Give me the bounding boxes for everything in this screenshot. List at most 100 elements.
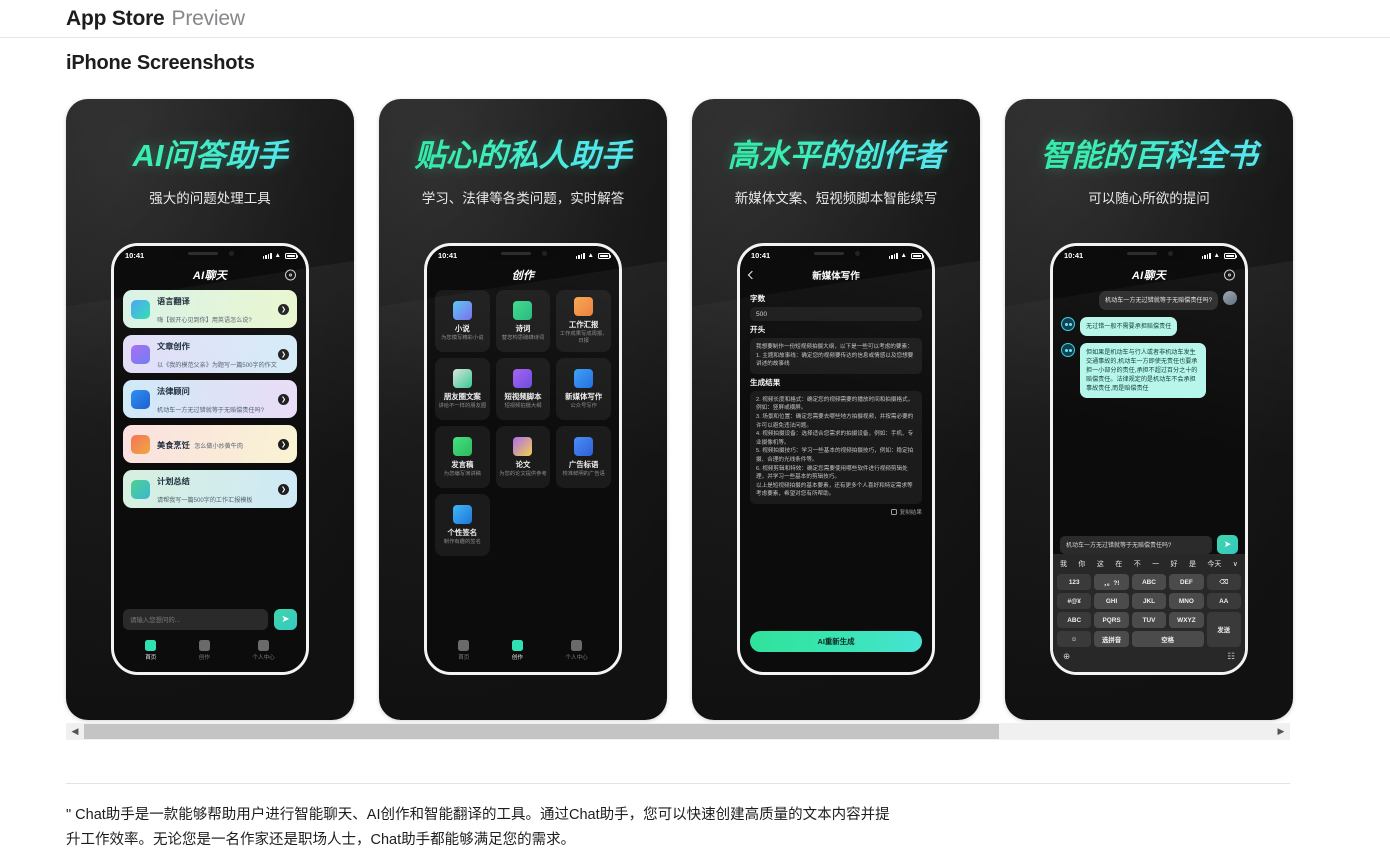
prediction-word[interactable]: 今天: [1207, 559, 1221, 569]
key-latin[interactable]: ABC: [1057, 612, 1092, 628]
copy-result-button[interactable]: 复制结果: [750, 508, 922, 516]
send-icon[interactable]: ➤: [1217, 535, 1238, 554]
key-mno[interactable]: MNO: [1169, 593, 1204, 609]
key-abc[interactable]: ABC: [1131, 574, 1167, 590]
chat-composer[interactable]: 机动车一方无过错就等于无赔偿责任吗? ➤: [1060, 535, 1238, 554]
app-title: AI聊天: [1131, 269, 1167, 282]
chat-row-bot: 但如果是机动车与行人或者非机动车发生交通事故的,机动车一方即使无责任也要承担一小…: [1061, 343, 1237, 398]
scroll-left-arrow[interactable]: ◀: [66, 726, 84, 737]
law-icon: [131, 389, 150, 409]
list-item[interactable]: 美食烹饪 怎么做小炒黄牛肉 ❯: [123, 425, 297, 463]
card-1-subline: 强大的问题处理工具: [149, 191, 271, 206]
key-space[interactable]: 空格: [1131, 631, 1204, 647]
grid-item[interactable]: 短视频脚本 短视频拍摄大纲: [495, 358, 551, 420]
tool-grid[interactable]: 小说 为您模写精彩小说 诗词 替您构思磅礴诗词 工作汇报 工作成果写成周报、日报: [427, 286, 619, 556]
tab-bar[interactable]: 首页 创作 个人中心: [427, 634, 619, 666]
prediction-word[interactable]: 不: [1134, 559, 1141, 569]
food-icon: [131, 434, 150, 454]
keyboard-bottom-row[interactable]: ⊕ ☷: [1057, 647, 1241, 662]
scrollbar-track[interactable]: [84, 724, 1272, 739]
screenshot-card-2[interactable]: 贴心的私人助手 学习、法律等各类问题，实时解答 10:41 ▲ 创作 小说 为您…: [379, 99, 667, 720]
screenshot-card-4[interactable]: 智能的百科全书 可以随心所欲的提问 10:41 ▲ AI聊天 机动车一方无过错就…: [1005, 99, 1293, 720]
chevron-right-icon[interactable]: ❯: [278, 348, 289, 360]
tab-profile[interactable]: 个人中心: [565, 639, 588, 661]
prediction-word[interactable]: 是: [1189, 559, 1196, 569]
prediction-bar[interactable]: 我 你 这 在 不 一 好 是 今天 ∨: [1057, 557, 1241, 571]
key-symbols[interactable]: #@¥: [1057, 593, 1092, 609]
key-tuv[interactable]: TUV: [1131, 612, 1167, 628]
prediction-word[interactable]: 好: [1171, 559, 1178, 569]
emoji-icon[interactable]: ☺: [1057, 631, 1092, 647]
prediction-word[interactable]: 这: [1097, 559, 1104, 569]
send-icon[interactable]: ➤: [274, 609, 297, 630]
grid-item[interactable]: 工作汇报 工作成果写成周报、日报: [556, 290, 611, 352]
grid-item[interactable]: 个性签名 制作有趣的签名: [435, 494, 490, 556]
grid-item[interactable]: 广告标语 校准鲜明的广告语: [556, 426, 611, 488]
chevron-right-icon[interactable]: ❯: [278, 438, 289, 450]
message-input[interactable]: 机动车一方无过错就等于无赔偿责任吗?: [1060, 535, 1212, 554]
scrollbar-thumb[interactable]: [84, 724, 999, 739]
chevron-right-icon[interactable]: ❯: [278, 393, 289, 405]
short-video-script-icon: [513, 368, 533, 388]
tab-label: 创作: [198, 654, 210, 661]
grid-item[interactable]: 诗词 替您构思磅礴诗词: [495, 290, 551, 352]
home-icon: [458, 639, 470, 651]
grid-item[interactable]: 新媒体写作 公众号写作: [556, 358, 611, 420]
regenerate-button[interactable]: AI重新生成: [750, 631, 922, 652]
prediction-word[interactable]: 我: [1060, 559, 1067, 569]
on-screen-keyboard[interactable]: 我 你 这 在 不 一 好 是 今天 ∨ 123 ，。?! ABC DEF ⌫ …: [1053, 554, 1245, 672]
back-icon[interactable]: [747, 270, 757, 279]
pencil-icon: [131, 344, 150, 364]
grid-item[interactable]: 论文 为您的论文提供参考: [495, 426, 551, 488]
key-def[interactable]: DEF: [1169, 574, 1204, 590]
status-bar: 10:41: [740, 246, 932, 263]
tab-create[interactable]: 创作: [198, 639, 210, 661]
screenshot-card-3[interactable]: 高水平的创作者 新媒体文案、短视频脚本智能续写 10:41 ▲ 新媒体写作 字数…: [692, 99, 980, 720]
tab-home[interactable]: 首页: [145, 639, 156, 661]
opening-textarea[interactable]: 我想要制作一份短视频拍摄大纲，以下是一些可以考虑的要素： 1. 主题和故事线：确…: [750, 338, 922, 374]
key-wxyz[interactable]: WXYZ: [1169, 612, 1204, 628]
horizontal-scrollbar[interactable]: ◀ ▶: [66, 723, 1290, 740]
list-item[interactable]: 计划总结 请帮我写一篇500字的工作汇报模板 ❯: [123, 470, 297, 508]
globe-icon[interactable]: ⊕: [1063, 651, 1070, 662]
key-ghi[interactable]: GHI: [1094, 593, 1129, 609]
key-jkl[interactable]: JKL: [1131, 593, 1167, 609]
key-pqrs[interactable]: PQRS: [1094, 612, 1129, 628]
thesis-icon: [513, 436, 533, 456]
grid-item[interactable]: 小说 为您模写精彩小说: [435, 290, 490, 352]
chevron-right-icon[interactable]: ❯: [278, 303, 289, 315]
chevron-down-icon[interactable]: ∨: [1233, 560, 1238, 568]
scroll-right-arrow[interactable]: ▶: [1272, 726, 1290, 737]
prediction-word[interactable]: 在: [1115, 559, 1122, 569]
prediction-word[interactable]: 你: [1078, 559, 1085, 569]
word-count-input[interactable]: 500: [750, 307, 922, 321]
writing-form[interactable]: 字数 500 开头 我想要制作一份短视频拍摄大纲，以下是一些可以考虑的要素： 1…: [740, 286, 932, 516]
grid-item[interactable]: 发言稿 为您编写演讲稿: [435, 426, 490, 488]
key-send[interactable]: 发送: [1206, 612, 1241, 647]
screenshot-card-1[interactable]: AI问答助手 强大的问题处理工具 10:41 ▲ AI聊天 语言翻译 嗨【很开心…: [66, 99, 354, 720]
backspace-icon[interactable]: ⌫: [1206, 574, 1241, 590]
list-item[interactable]: 语言翻译 嗨【很开心见到你】用英语怎么说? ❯: [123, 290, 297, 328]
gear-icon[interactable]: [1224, 269, 1235, 280]
tab-home[interactable]: 首页: [458, 639, 470, 661]
tab-profile[interactable]: 个人中心: [252, 639, 275, 661]
chevron-right-icon[interactable]: ❯: [278, 483, 289, 495]
grid-item[interactable]: 朋友圈文案 讲给不一样的朋友圈: [435, 358, 490, 420]
prediction-word[interactable]: 一: [1152, 559, 1159, 569]
gear-icon[interactable]: [285, 269, 296, 280]
tab-create[interactable]: 创作: [512, 639, 523, 661]
key-shift[interactable]: AA: [1206, 593, 1241, 609]
message-input[interactable]: 请输入您想问的...: [123, 609, 268, 630]
suggestion-list[interactable]: 语言翻译 嗨【很开心见到你】用英语怎么说? ❯ 文章创作 以《我的模范父亲》为题…: [114, 286, 306, 508]
key-grid[interactable]: 123 ，。?! ABC DEF ⌫ #@¥ GHI JKL MNO AA AB…: [1057, 574, 1241, 647]
tab-bar[interactable]: 首页 创作 个人中心: [114, 634, 306, 666]
chat-composer[interactable]: 请输入您想问的... ➤: [123, 609, 297, 630]
key-numbers[interactable]: 123: [1057, 574, 1092, 590]
list-item[interactable]: 法律顾问 机动车一方无过错就等于无赔偿责任吗? ❯: [123, 380, 297, 418]
list-item[interactable]: 文章创作 以《我的模范父亲》为题写一篇500字的作文 ❯: [123, 335, 297, 373]
microphone-icon[interactable]: ☷: [1227, 651, 1235, 662]
key-punctuation[interactable]: ，。?!: [1094, 574, 1129, 590]
status-bar: 10:41: [114, 246, 306, 263]
screenshot-strip[interactable]: AI问答助手 强大的问题处理工具 10:41 ▲ AI聊天 语言翻译 嗨【很开心…: [66, 99, 1293, 720]
key-pinyin-select[interactable]: 选拼音: [1094, 631, 1129, 647]
